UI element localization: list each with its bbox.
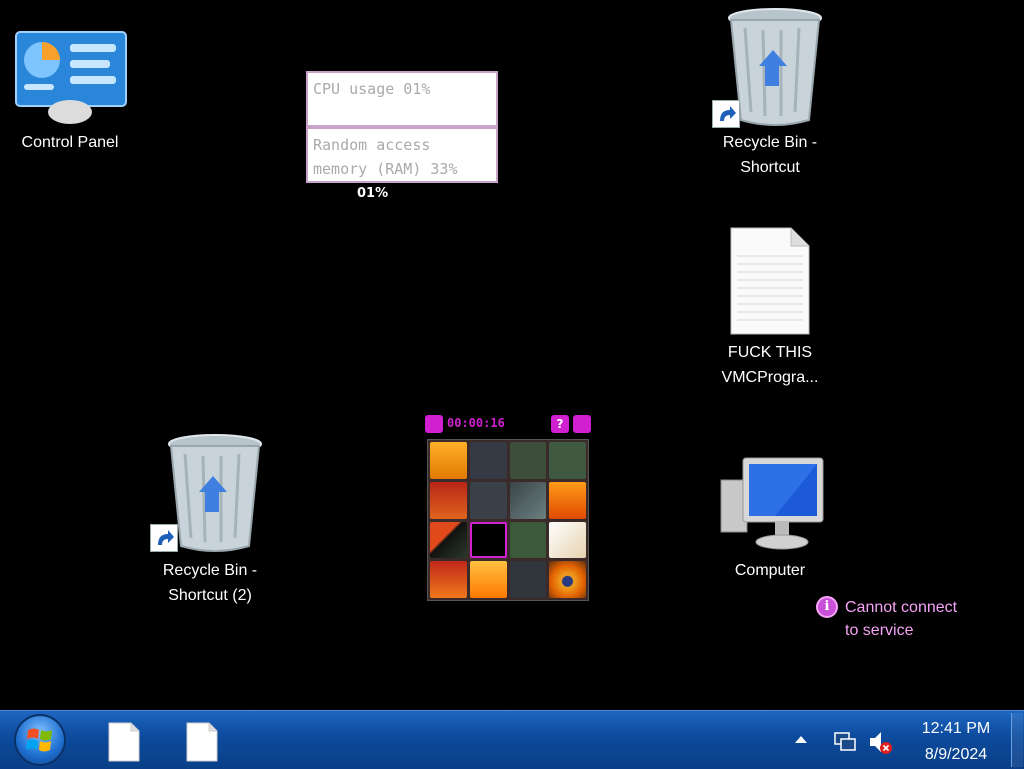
clock-time[interactable]: 12:41 PM: [908, 720, 1004, 738]
desktop-icon-label: Control Panel: [21, 134, 119, 151]
puzzle-header: 00:00:16 ?: [425, 412, 591, 438]
windows-logo-icon: [26, 728, 52, 752]
puzzle-tile[interactable]: [430, 481, 467, 519]
desktop-icon-label: Computer: [734, 562, 806, 579]
puzzle-tile[interactable]: [549, 521, 586, 559]
ram-usage-meter[interactable]: Random access memory (RAM) 33%: [306, 127, 498, 183]
taskbar-pinned-file-2[interactable]: [186, 722, 218, 762]
network-icon[interactable]: [833, 730, 857, 754]
desktop-icon-control-panel[interactable]: Control Panel: [5, 30, 135, 155]
computer-icon: [720, 457, 824, 550]
service-notice[interactable]: i Cannot connect to service: [816, 596, 1006, 642]
puzzle-empty-slot[interactable]: [469, 521, 507, 559]
monitor-sub-value: 01%: [357, 186, 389, 201]
shortcut-arrow-icon: [712, 100, 740, 128]
taskbar-pinned-file-1[interactable]: [108, 722, 140, 762]
desktop-icon-label: FUCK THIS VMCProgra...: [721, 344, 819, 386]
desktop-icon-label: Recycle Bin - Shortcut (2): [162, 562, 258, 604]
ram-label-line2: memory (RAM) 33%: [313, 160, 458, 178]
puzzle-tile[interactable]: [469, 481, 507, 519]
puzzle-timer: 00:00:16: [447, 416, 505, 430]
ram-label-line1: Random access: [313, 136, 431, 154]
desktop-icon-recycle-bin-shortcut-2[interactable]: Recycle Bin - Shortcut (2): [145, 432, 275, 608]
notice-line2: to service: [845, 622, 914, 639]
puzzle-tile[interactable]: [509, 521, 547, 559]
puzzle-tile[interactable]: [509, 481, 547, 519]
puzzle-tile[interactable]: [549, 481, 586, 519]
puzzle-help-button[interactable]: ?: [551, 415, 569, 433]
info-icon: i: [816, 596, 838, 618]
puzzle-picture-select-icon[interactable]: [573, 415, 591, 433]
control-panel-icon: [15, 31, 127, 124]
show-desktop-button[interactable]: [1011, 713, 1023, 767]
puzzle-tile[interactable]: [549, 442, 586, 479]
puzzle-tile[interactable]: [430, 521, 467, 559]
file-icon: [186, 722, 218, 762]
puzzle-tile[interactable]: [430, 561, 467, 598]
puzzle-board: [427, 439, 589, 601]
desktop-icon-label: Recycle Bin - Shortcut: [722, 134, 818, 176]
desktop-icon-recycle-bin-shortcut[interactable]: Recycle Bin - Shortcut: [705, 6, 835, 180]
text-document-icon: [730, 227, 810, 335]
puzzle-timer-icon[interactable]: [425, 415, 443, 433]
shortcut-arrow-icon: [150, 524, 178, 552]
cpu-usage-text: CPU usage 01%: [313, 80, 431, 98]
file-icon: [108, 722, 140, 762]
volume-muted-icon[interactable]: [867, 729, 893, 755]
puzzle-tile[interactable]: [469, 442, 507, 479]
puzzle-tile[interactable]: [549, 561, 586, 598]
puzzle-tile[interactable]: [509, 442, 547, 479]
taskbar: 12:41 PM 8/9/2024: [0, 710, 1024, 769]
puzzle-tile[interactable]: [469, 561, 507, 598]
puzzle-tile[interactable]: [430, 442, 467, 479]
cpu-usage-meter[interactable]: CPU usage 01%: [306, 71, 498, 127]
show-hidden-icons-arrow[interactable]: [795, 736, 807, 743]
picture-puzzle-gadget[interactable]: 00:00:16 ?: [425, 412, 591, 606]
clock-date[interactable]: 8/9/2024: [908, 746, 1004, 764]
notice-line1: Cannot connect: [845, 599, 958, 616]
start-button[interactable]: [14, 714, 66, 766]
puzzle-tile[interactable]: [509, 561, 547, 598]
desktop-icon-text-file[interactable]: FUCK THIS VMCProgra...: [705, 226, 835, 390]
desktop-icon-computer[interactable]: Computer: [705, 454, 835, 583]
